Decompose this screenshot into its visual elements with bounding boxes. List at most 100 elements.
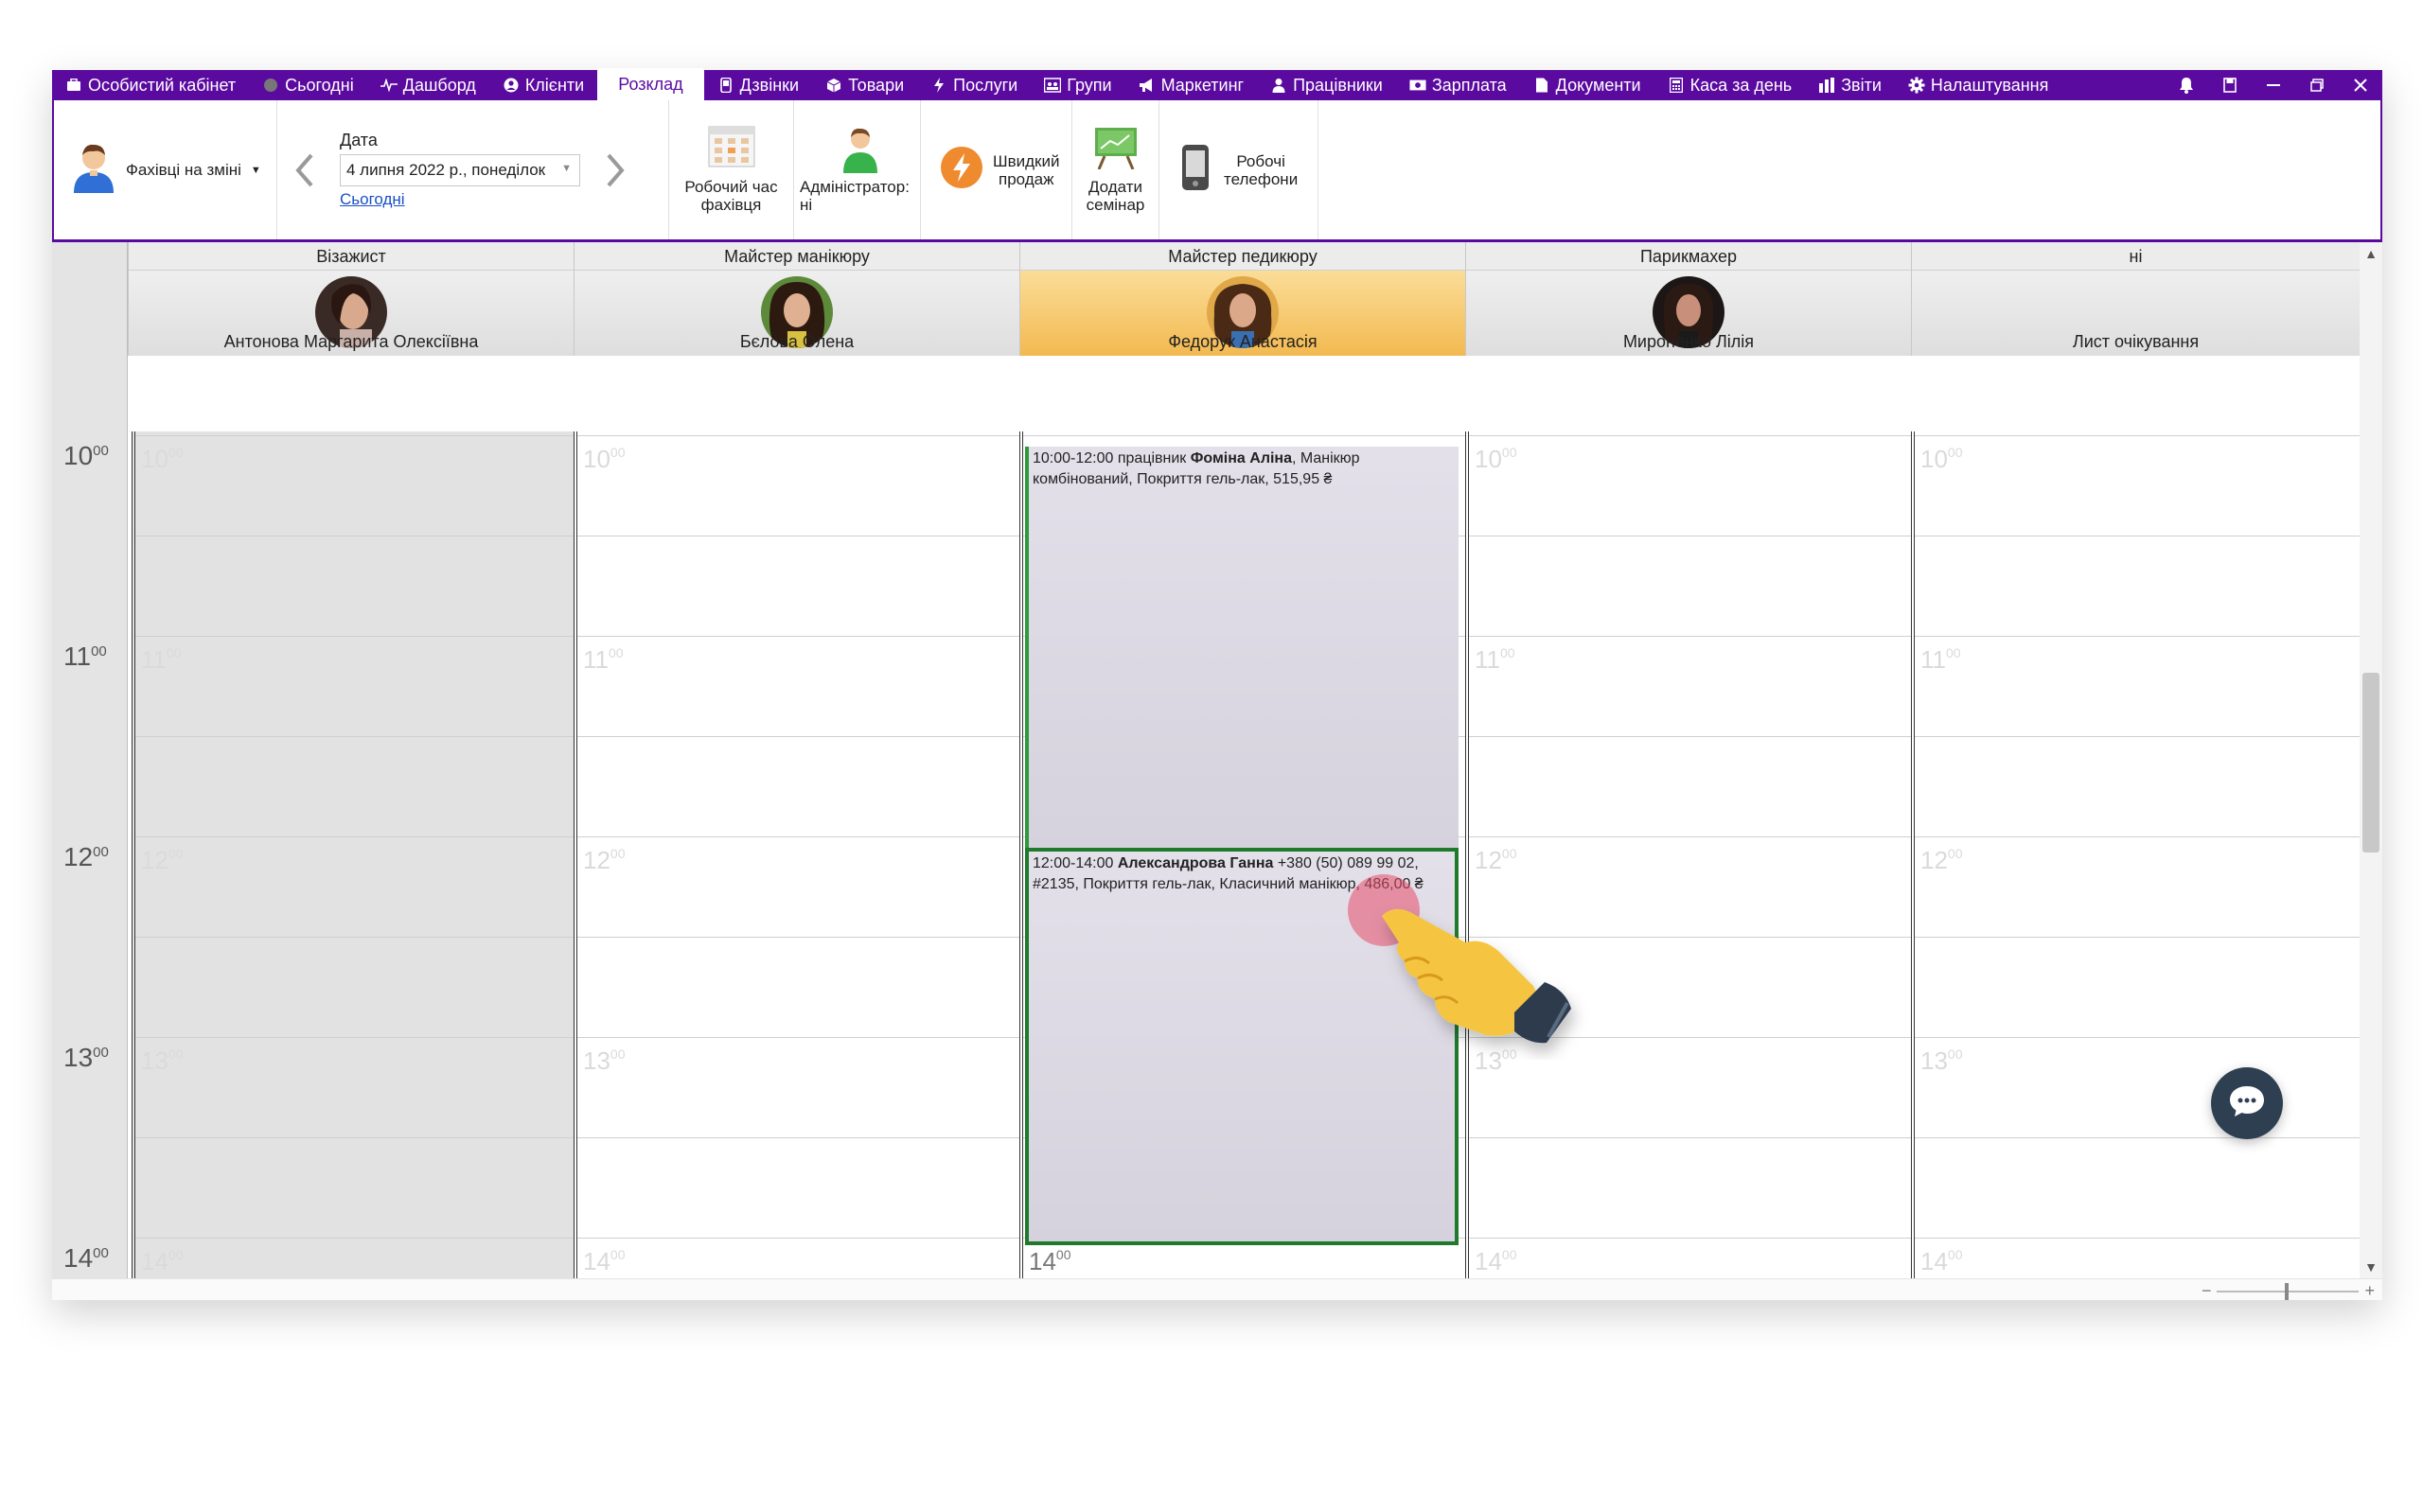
chat-bubble-button[interactable] bbox=[2211, 1067, 2283, 1139]
staff-on-shift-dropdown[interactable]: Фахівці на зміні ▼ bbox=[54, 100, 277, 239]
box-icon bbox=[825, 77, 842, 94]
group-icon bbox=[1044, 77, 1062, 94]
administrator-value: ні bbox=[800, 196, 813, 214]
save-icon[interactable] bbox=[2208, 70, 2252, 100]
nav-label: Звіти bbox=[1841, 75, 1882, 95]
schedule-column-hairdresser[interactable]: 1000 1100 1200 1300 1400 bbox=[1465, 431, 1911, 1278]
employee-name: Мироненко Лілія bbox=[1622, 332, 1755, 351]
column-header-visagiste[interactable]: Візажист Антонова Маргарита Олексіївна bbox=[128, 242, 574, 356]
work-time-label: фахівця bbox=[700, 196, 762, 214]
zoom-track[interactable] bbox=[2217, 1282, 2360, 1300]
nav-label: Особистий кабінет bbox=[88, 75, 237, 95]
caret-down-icon: ▼ bbox=[250, 164, 261, 176]
calculator-icon bbox=[1668, 77, 1685, 94]
tab-schedule[interactable]: Розклад bbox=[597, 68, 704, 100]
staff-on-shift-label: Фахівці на зміні bbox=[126, 161, 241, 179]
nav-reports[interactable]: Звіти bbox=[1805, 70, 1895, 100]
zoom-slider[interactable]: − + bbox=[2202, 1281, 2375, 1301]
schedule-calendar: Візажист Антонова Маргарита Олексіївна М… bbox=[52, 242, 2382, 1300]
appointment-card[interactable]: 10:00-12:00 працівник Фоміна Аліна, Мані… bbox=[1025, 447, 1459, 848]
status-bar: − + bbox=[52, 1278, 2382, 1300]
quick-sale-label: продаж bbox=[998, 169, 1054, 188]
restore-icon[interactable] bbox=[2295, 70, 2339, 100]
nav-services[interactable]: Послуги bbox=[917, 70, 1031, 100]
quick-sale-button[interactable]: Швидкий продаж bbox=[921, 100, 1072, 239]
nav-label: Розклад bbox=[618, 74, 683, 94]
user-circle-icon bbox=[503, 77, 520, 94]
column-title: ні bbox=[1912, 242, 2360, 271]
scrollbar-thumb[interactable] bbox=[2362, 673, 2379, 853]
column-title: Парикмахер bbox=[1466, 242, 1911, 271]
employee-name: Лист очікування bbox=[2072, 332, 2200, 351]
work-phones-button[interactable]: Робочі телефони bbox=[1159, 100, 1318, 239]
column-header-waiting-list[interactable]: ні Лист очікування bbox=[1911, 242, 2360, 356]
work-time-button[interactable]: Робочий час фахівця bbox=[669, 100, 794, 239]
nav-label: Послуги bbox=[953, 75, 1018, 95]
gear-icon bbox=[1908, 77, 1925, 94]
date-label: Дата bbox=[340, 131, 378, 149]
schedule-column-manicure[interactable]: 1000 1100 1200 1300 1400 bbox=[574, 431, 1019, 1278]
nav-goods[interactable]: Товари bbox=[812, 70, 917, 100]
app-window: Особистий кабінет Сьогодні Дашборд Клієн… bbox=[52, 68, 2382, 1300]
nav-label: Групи bbox=[1067, 75, 1112, 95]
administrator-button[interactable]: Адміністратор: ні bbox=[794, 100, 921, 239]
scroll-down-icon[interactable]: ▼ bbox=[2360, 1256, 2382, 1278]
nav-label: Сьогодні bbox=[285, 75, 354, 95]
zoom-in-icon[interactable]: + bbox=[2364, 1281, 2375, 1301]
globe-icon bbox=[262, 77, 279, 94]
column-title: Майстер педикюру bbox=[1020, 242, 1465, 271]
nav-cash-day[interactable]: Каса за день bbox=[1654, 70, 1806, 100]
zoom-out-icon[interactable]: − bbox=[2202, 1281, 2212, 1301]
nav-settings[interactable]: Налаштування bbox=[1895, 70, 2061, 100]
schedule-column-pedicure[interactable]: 1400 10:00-12:00 працівник Фоміна Аліна,… bbox=[1019, 431, 1465, 1278]
next-day-button[interactable] bbox=[601, 151, 629, 189]
nav-marketing[interactable]: Маркетинг bbox=[1125, 70, 1258, 100]
schedule-column-waiting-list[interactable]: 1000 1100 1200 1300 1400 bbox=[1911, 431, 2360, 1278]
work-phones-label: Робочі bbox=[1236, 151, 1285, 170]
quick-sale-label: Швидкий bbox=[993, 151, 1060, 170]
appointment-time: 10:00-12:00 bbox=[1033, 450, 1114, 466]
bar-chart-icon bbox=[1818, 77, 1835, 94]
nav-calls[interactable]: Дзвінки bbox=[704, 70, 812, 100]
employee-name: Бєлова Олена bbox=[739, 332, 855, 351]
zoom-knob[interactable] bbox=[2285, 1282, 2290, 1300]
add-seminar-button[interactable]: Додати семінар bbox=[1072, 100, 1159, 239]
nav-label: Маркетинг bbox=[1160, 75, 1245, 95]
column-header-manicure[interactable]: Майстер манікюру Бєлова Олена bbox=[574, 242, 1019, 356]
prev-day-button[interactable] bbox=[291, 151, 319, 189]
nav-salary[interactable]: Зарплата bbox=[1396, 70, 1520, 100]
nav-personal-cabinet[interactable]: Особистий кабінет bbox=[52, 70, 249, 100]
document-icon bbox=[1533, 77, 1550, 94]
minimize-icon[interactable] bbox=[2252, 70, 2295, 100]
nav-groups[interactable]: Групи bbox=[1031, 70, 1124, 100]
nav-label: Товари bbox=[848, 75, 905, 95]
scroll-up-icon[interactable]: ▲ bbox=[2360, 242, 2382, 265]
appointment-text: працівник bbox=[1113, 450, 1191, 466]
column-header-pedicure[interactable]: Майстер педикюру Федорук Анастасія bbox=[1019, 242, 1465, 356]
date-input[interactable]: 4 липня 2022 р., понеділок ▼ bbox=[340, 154, 580, 186]
chevron-down-icon: ▼ bbox=[561, 163, 572, 174]
nav-employees[interactable]: Працівники bbox=[1257, 70, 1396, 100]
column-title: Майстер манікюру bbox=[575, 242, 1019, 271]
nav-dashboard[interactable]: Дашборд bbox=[367, 70, 489, 100]
time-label-10: 1000 bbox=[63, 441, 109, 470]
nav-clients[interactable]: Клієнти bbox=[489, 70, 597, 100]
bell-icon[interactable] bbox=[2165, 70, 2208, 100]
column-title: Візажист bbox=[129, 242, 574, 271]
nav-today[interactable]: Сьогодні bbox=[249, 70, 367, 100]
lightning-icon bbox=[930, 77, 947, 94]
vertical-scrollbar[interactable]: ▲ ▼ bbox=[2360, 242, 2382, 1278]
schedule-column-visagiste[interactable]: 1000 1100 1200 1300 1400 bbox=[132, 431, 574, 1278]
column-header-hairdresser[interactable]: Парикмахер Мироненко Лілія bbox=[1465, 242, 1911, 356]
chat-bubble-icon bbox=[2228, 1084, 2266, 1123]
person-icon bbox=[1270, 77, 1287, 94]
nav-documents[interactable]: Документи bbox=[1520, 70, 1654, 100]
top-navigation: Особистий кабінет Сьогодні Дашборд Клієн… bbox=[52, 68, 2382, 100]
nav-label: Клієнти bbox=[524, 75, 585, 95]
close-icon[interactable] bbox=[2339, 70, 2382, 100]
appointment-employee: Фоміна Аліна bbox=[1190, 450, 1292, 466]
nav-label: Зарплата bbox=[1431, 75, 1507, 95]
today-link[interactable]: Сьогодні bbox=[340, 190, 580, 209]
pulse-icon bbox=[380, 77, 398, 94]
mobile-phone-icon bbox=[1178, 143, 1212, 197]
